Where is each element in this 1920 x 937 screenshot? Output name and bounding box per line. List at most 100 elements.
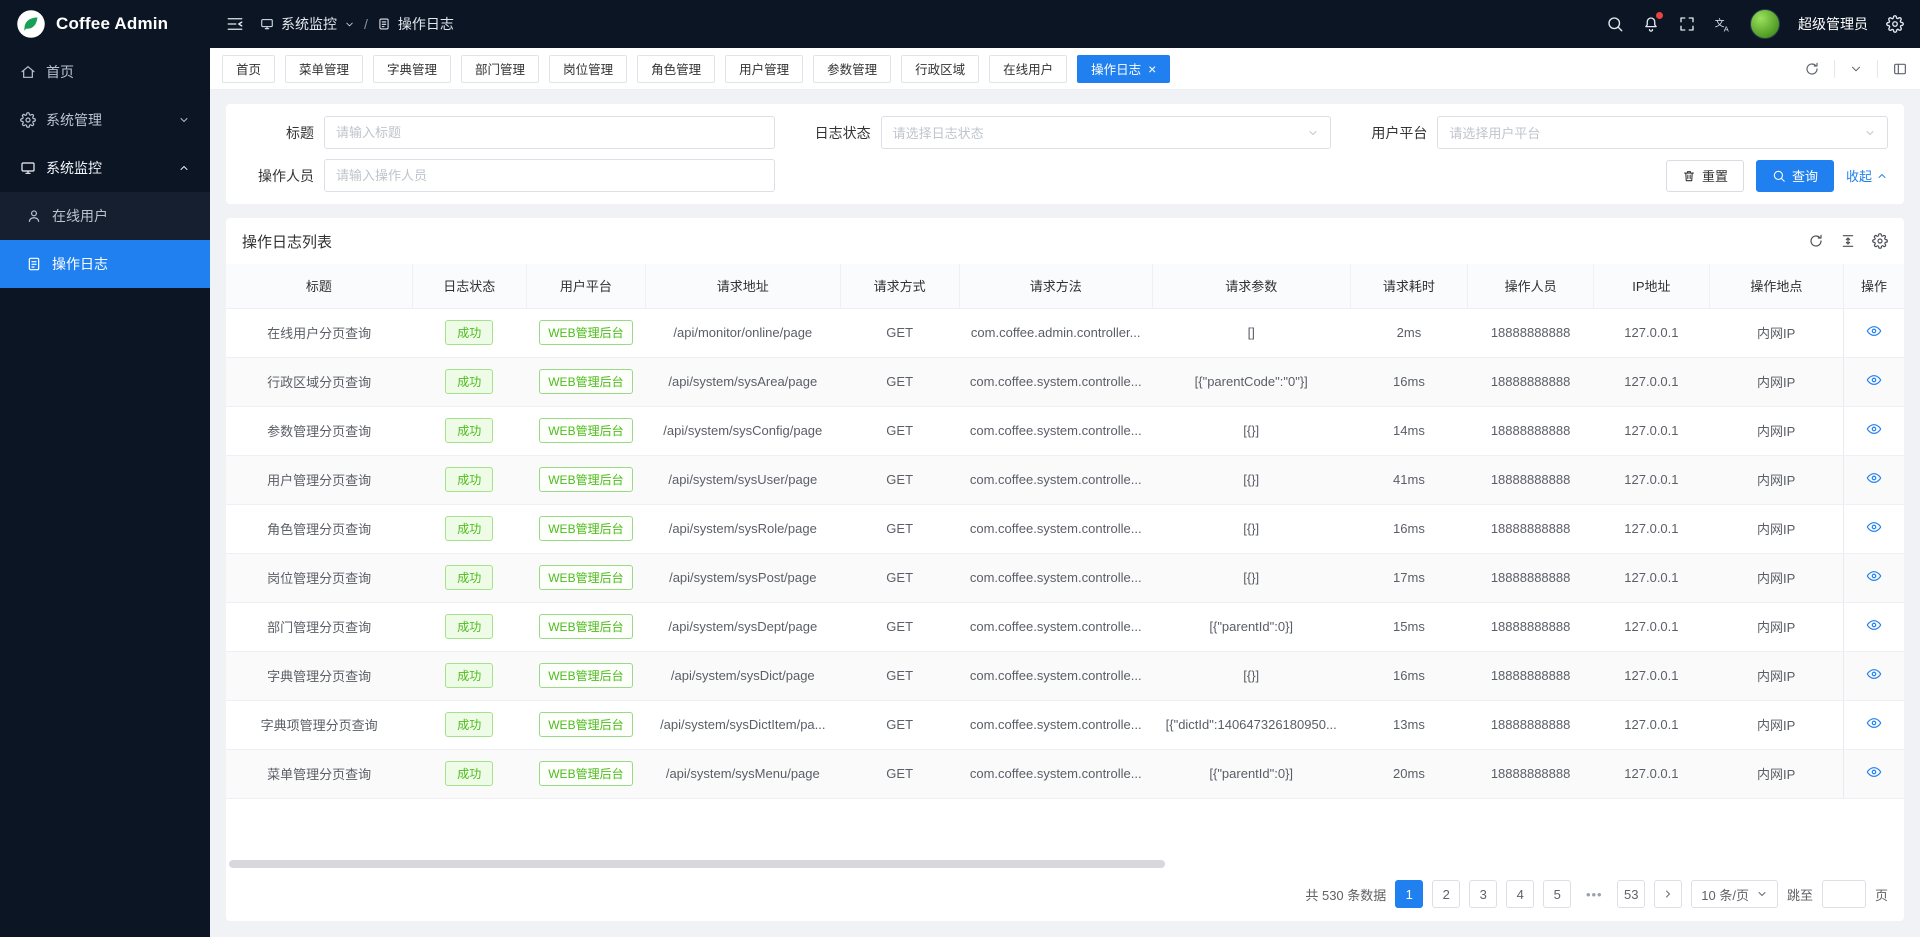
- user-platform-select[interactable]: 请选择用户平台: [1437, 116, 1888, 149]
- sidebar-item-label: 系统管理: [46, 110, 102, 130]
- tab-item[interactable]: 在线用户: [989, 55, 1067, 83]
- collapse-filter-link[interactable]: 收起: [1846, 166, 1888, 185]
- sidebar-item-system-management[interactable]: 系统管理: [0, 96, 210, 144]
- refresh-icon[interactable]: [1808, 233, 1824, 249]
- main-area: 系统监控 / 操作日志 文A 超级管理员 首页菜单管理字典管理: [210, 0, 1920, 937]
- platform-tag: WEB管理后台: [539, 565, 632, 590]
- cell-status: 成功: [412, 700, 526, 749]
- cell-request-params: [{}]: [1152, 504, 1350, 553]
- layout-icon[interactable]: [1892, 61, 1908, 77]
- fullscreen-icon[interactable]: [1678, 15, 1696, 33]
- refresh-icon[interactable]: [1804, 61, 1820, 77]
- sidebar-item-operation-log[interactable]: 操作日志: [0, 240, 210, 288]
- next-page-button[interactable]: [1654, 880, 1682, 908]
- tab-item[interactable]: 用户管理: [725, 55, 803, 83]
- cell-title: 在线用户分页查询: [226, 308, 412, 357]
- cell-request-params: [{"parentCode":"0"}]: [1152, 357, 1350, 406]
- tab-item[interactable]: 字典管理: [373, 55, 451, 83]
- cell-request-url: /api/system/sysPost/page: [645, 553, 840, 602]
- tab-item[interactable]: 行政区域: [901, 55, 979, 83]
- cell-platform: WEB管理后台: [526, 357, 645, 406]
- cell-action: [1844, 602, 1904, 651]
- cell-request-url: /api/system/sysDept/page: [645, 602, 840, 651]
- page-button[interactable]: 3: [1469, 880, 1497, 908]
- tab-item[interactable]: 参数管理: [813, 55, 891, 83]
- cell-status: 成功: [412, 406, 526, 455]
- card-header: 操作日志列表: [226, 218, 1904, 264]
- search-button[interactable]: 查询: [1756, 160, 1834, 192]
- cell-request-function: com.coffee.system.controlle...: [959, 455, 1152, 504]
- notification-bell[interactable]: [1642, 15, 1660, 33]
- view-detail-eye-icon[interactable]: [1866, 372, 1882, 388]
- view-detail-eye-icon[interactable]: [1866, 617, 1882, 633]
- cell-action: [1844, 553, 1904, 602]
- tab-item[interactable]: 角色管理: [637, 55, 715, 83]
- page-button[interactable]: 5: [1543, 880, 1571, 908]
- page-button[interactable]: 4: [1506, 880, 1534, 908]
- cell-request-function: com.coffee.system.controlle...: [959, 749, 1152, 798]
- page-button[interactable]: 1: [1395, 880, 1423, 908]
- status-badge: 成功: [445, 418, 493, 443]
- cell-request-method: GET: [840, 455, 959, 504]
- view-detail-eye-icon[interactable]: [1866, 764, 1882, 780]
- tab-label: 在线用户: [1003, 59, 1053, 78]
- title-input-wrap: [324, 116, 775, 149]
- cell-action: [1844, 700, 1904, 749]
- translate-icon[interactable]: 文A: [1714, 15, 1732, 33]
- table-settings-gear-icon[interactable]: [1872, 233, 1888, 249]
- tab-item[interactable]: 首页: [222, 55, 275, 83]
- view-detail-eye-icon[interactable]: [1866, 568, 1882, 584]
- cell-operator: 18888888888: [1468, 308, 1594, 357]
- column-height-icon[interactable]: [1840, 233, 1856, 249]
- sidebar-item-label: 首页: [46, 62, 74, 82]
- view-detail-eye-icon[interactable]: [1866, 715, 1882, 731]
- username[interactable]: 超级管理员: [1798, 14, 1868, 34]
- view-detail-eye-icon[interactable]: [1866, 519, 1882, 535]
- reset-button[interactable]: 重置: [1666, 160, 1744, 192]
- cell-platform: WEB管理后台: [526, 700, 645, 749]
- cell-request-function: com.coffee.system.controlle...: [959, 553, 1152, 602]
- log-icon: [26, 256, 42, 272]
- sidebar-item-online-users[interactable]: 在线用户: [0, 192, 210, 240]
- cell-action: [1844, 406, 1904, 455]
- cell-location: 内网IP: [1709, 651, 1843, 700]
- tab-close-icon[interactable]: ×: [1148, 62, 1156, 76]
- page-button[interactable]: 53: [1617, 880, 1645, 908]
- sidebar-item-system-monitor[interactable]: 系统监控: [0, 144, 210, 192]
- chevron-down-icon[interactable]: [1849, 62, 1863, 76]
- monitor-icon: [20, 160, 36, 176]
- cell-location: 内网IP: [1709, 602, 1843, 651]
- view-detail-eye-icon[interactable]: [1866, 421, 1882, 437]
- breadcrumb-level1[interactable]: 系统监控: [281, 14, 337, 34]
- tab-item[interactable]: 操作日志×: [1077, 55, 1170, 83]
- tab-item[interactable]: 岗位管理: [549, 55, 627, 83]
- menu-fold-icon[interactable]: [226, 15, 244, 33]
- view-detail-eye-icon[interactable]: [1866, 666, 1882, 682]
- search-icon[interactable]: [1606, 15, 1624, 33]
- sidebar-item-home[interactable]: 首页: [0, 48, 210, 96]
- page-size-select[interactable]: 10 条/页: [1691, 880, 1778, 908]
- tab-label: 行政区域: [915, 59, 965, 78]
- table-row: 角色管理分页查询成功WEB管理后台/api/system/sysRole/pag…: [226, 504, 1904, 553]
- cell-operator: 18888888888: [1468, 602, 1594, 651]
- cell-location: 内网IP: [1709, 455, 1843, 504]
- table-row: 行政区域分页查询成功WEB管理后台/api/system/sysArea/pag…: [226, 357, 1904, 406]
- cell-platform: WEB管理后台: [526, 455, 645, 504]
- view-detail-eye-icon[interactable]: [1866, 323, 1882, 339]
- cell-operator: 18888888888: [1468, 357, 1594, 406]
- log-status-select[interactable]: 请选择日志状态: [881, 116, 1332, 149]
- avatar[interactable]: [1750, 9, 1780, 39]
- operator-input[interactable]: [336, 168, 763, 183]
- tab-item[interactable]: 菜单管理: [285, 55, 363, 83]
- tab-item[interactable]: 部门管理: [461, 55, 539, 83]
- gear-icon[interactable]: [1886, 15, 1904, 33]
- view-detail-eye-icon[interactable]: [1866, 470, 1882, 486]
- operation-log-table: 标题日志状态用户平台请求地址请求方式请求方法请求参数请求耗时操作人员IP地址操作…: [226, 264, 1904, 799]
- platform-tag: WEB管理后台: [539, 369, 632, 394]
- jump-page-input[interactable]: [1822, 880, 1866, 908]
- search-button-label: 查询: [1792, 166, 1818, 185]
- page-button[interactable]: 2: [1432, 880, 1460, 908]
- horizontal-scrollbar-thumb[interactable]: [229, 860, 1165, 868]
- column-header: 请求参数: [1152, 264, 1350, 308]
- title-input[interactable]: [336, 125, 763, 140]
